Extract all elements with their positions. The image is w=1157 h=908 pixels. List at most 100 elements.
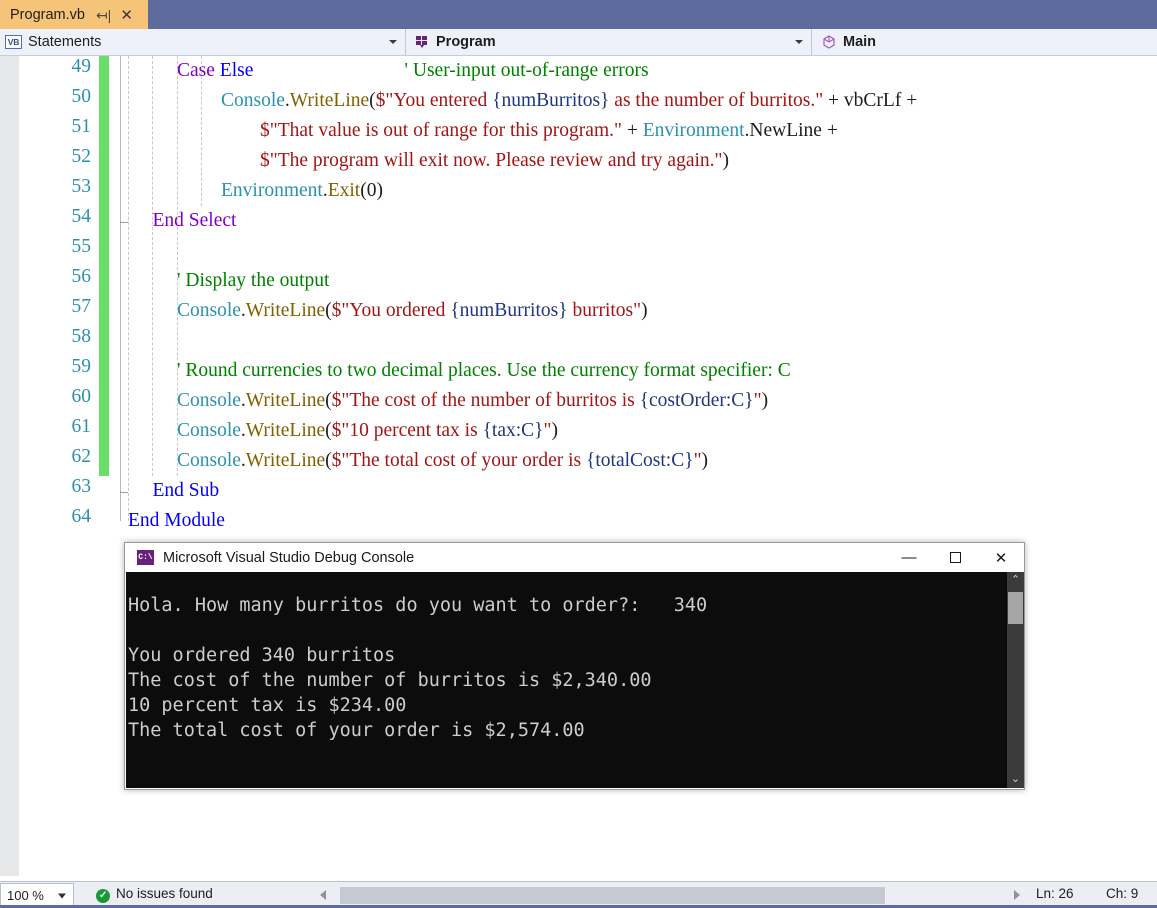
code-token: ) — [551, 420, 559, 441]
member-dropdown[interactable]: Main — [813, 29, 1157, 55]
chevron-down-icon[interactable] — [389, 40, 397, 44]
code-token: + vbCrLf + — [823, 90, 918, 111]
zoom-level-value: 100 % — [7, 888, 44, 903]
line-number: 52 — [71, 146, 92, 167]
issues-status-label: No issues found — [116, 886, 213, 901]
code-line[interactable]: Case Else ' User-input out-of-range erro… — [177, 56, 649, 86]
console-title-bar[interactable]: C:\ Microsoft Visual Studio Debug Consol… — [125, 543, 1024, 572]
indent-guide — [128, 56, 129, 521]
code-token: $"The cost of the number of burritos is — [331, 390, 640, 411]
type-dropdown-value: Program — [436, 34, 496, 50]
code-token: (0) — [360, 180, 383, 201]
code-line[interactable]: Console.WriteLine($"The total cost of yo… — [177, 446, 708, 476]
status-bar: 100 % ✓ No issues found Ln: 26 Ch: 9 — [0, 881, 1157, 908]
code-token: " — [753, 390, 762, 411]
line-number: 62 — [71, 446, 92, 467]
code-token: WriteLine — [245, 390, 326, 411]
code-token: $"You entered — [375, 90, 493, 111]
code-line[interactable]: End Select — [153, 206, 237, 236]
collapse-tick — [120, 221, 128, 223]
code-token: End Module — [128, 510, 225, 531]
scroll-up-icon[interactable]: ⌃ — [1007, 572, 1024, 589]
code-token: " — [693, 450, 702, 471]
indent-guide — [152, 56, 153, 476]
scrollbar-thumb[interactable] — [340, 887, 885, 904]
editor-tab-program-vb[interactable]: Program.vb ↤| ✕ — [0, 0, 148, 29]
line-number: 56 — [71, 266, 92, 287]
code-line[interactable]: $"The program will exit now. Please revi… — [202, 146, 729, 176]
navigation-bar: VB Statements Program Main — [0, 29, 1157, 56]
project-dropdown-value: Statements — [28, 34, 102, 50]
project-dropdown[interactable]: VB Statements — [0, 29, 406, 55]
code-token: burritos" — [567, 300, 642, 321]
code-token: $"The total cost of your order is — [331, 450, 586, 471]
success-check-glyph: ✓ — [99, 890, 108, 901]
method-icon — [821, 34, 837, 50]
console-app-icon: C:\ — [137, 550, 154, 565]
scrollbar-thumb[interactable] — [1008, 592, 1023, 624]
console-scrollbar[interactable]: ⌃ ⌄ — [1007, 572, 1024, 788]
console-output-text: Hola. How many burritos do you want to o… — [128, 594, 708, 741]
code-token: ) — [641, 300, 648, 321]
indent-guide — [177, 56, 178, 476]
code-token: $"10 percent tax is — [331, 420, 483, 441]
module-icon — [415, 34, 431, 50]
console-title-text: Microsoft Visual Studio Debug Console — [163, 549, 415, 566]
code-line[interactable]: ' Round currencies to two decimal places… — [177, 356, 791, 386]
code-token: $"The program will exit now. Please revi… — [260, 150, 723, 171]
code-token: WriteLine — [289, 90, 370, 111]
scrollbar-track[interactable] — [340, 887, 1000, 904]
code-token: Console — [177, 390, 241, 411]
editor-tab-label: Program.vb — [10, 7, 85, 23]
console-output-area[interactable]: Hola. How many burritos do you want to o… — [126, 572, 1023, 788]
line-number: 54 — [71, 206, 92, 227]
close-icon[interactable]: ✕ — [978, 543, 1024, 572]
minimize-icon[interactable]: — — [886, 543, 932, 572]
code-token: {numBurritos} — [492, 90, 610, 111]
code-line[interactable]: Console.WriteLine($"You entered {numBurr… — [202, 86, 918, 116]
code-token: Console — [177, 300, 241, 321]
line-number: 58 — [71, 326, 92, 347]
code-token: as the number of burritos." — [609, 90, 824, 111]
line-number: 60 — [71, 386, 92, 407]
chevron-down-icon[interactable] — [58, 893, 66, 898]
code-token: End Sub — [152, 480, 220, 501]
scroll-right-icon[interactable] — [1014, 890, 1020, 900]
line-number: 61 — [71, 416, 92, 437]
code-token: $"That value is out of range for this pr… — [260, 120, 622, 141]
code-line[interactable]: Console.WriteLine($"The cost of the numb… — [177, 386, 768, 416]
code-line[interactable]: End Sub — [153, 476, 220, 506]
code-token: Else — [219, 60, 254, 81]
code-token: .NewLine + — [744, 120, 838, 141]
vb-file-icon: VB — [5, 35, 22, 49]
code-token: WriteLine — [245, 450, 326, 471]
pin-icon[interactable]: ↤| — [96, 8, 111, 22]
column-indicator: Ch: 9 — [1106, 886, 1139, 901]
type-dropdown[interactable]: Program — [407, 29, 812, 55]
code-line[interactable]: Console.WriteLine($"10 percent tax is {t… — [177, 416, 558, 446]
horizontal-scrollbar[interactable] — [320, 885, 1020, 906]
close-icon[interactable]: ✕ — [120, 8, 133, 23]
code-line[interactable]: End Module — [128, 506, 225, 536]
debug-console-window[interactable]: C:\ Microsoft Visual Studio Debug Consol… — [124, 542, 1025, 790]
scroll-down-icon[interactable]: ⌄ — [1007, 771, 1024, 788]
code-token: ) — [722, 150, 729, 171]
maximize-icon[interactable] — [932, 543, 978, 572]
code-line[interactable]: Environment.Exit(0) — [202, 176, 383, 206]
code-token: Case — [177, 60, 220, 81]
line-number: 55 — [71, 236, 92, 257]
code-token: Environment — [642, 120, 745, 141]
code-token: {totalCost:C} — [586, 450, 694, 471]
code-token: WriteLine — [245, 420, 326, 441]
chevron-down-icon[interactable] — [795, 40, 803, 44]
console-window-buttons: — ✕ — [886, 543, 1024, 572]
code-token: Console — [177, 420, 241, 441]
scroll-left-icon[interactable] — [320, 890, 326, 900]
code-line[interactable]: Console.WriteLine($"You ordered {numBurr… — [177, 296, 648, 326]
code-line[interactable]: ' Display the output — [177, 266, 329, 296]
code-token: Console — [177, 450, 241, 471]
code-token: ) — [761, 390, 769, 411]
code-line[interactable]: $"That value is out of range for this pr… — [202, 116, 838, 146]
